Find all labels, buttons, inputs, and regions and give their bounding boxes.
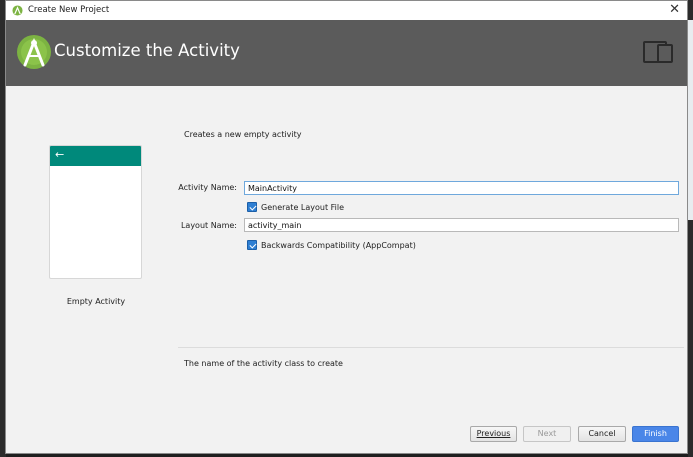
back-arrow-icon: ← (55, 148, 65, 161)
wizard-header: Customize the Activity (6, 20, 687, 86)
window-title: Create New Project (28, 5, 110, 15)
template-name: Empty Activity (66, 297, 126, 306)
close-icon[interactable]: ✕ (669, 2, 680, 18)
generate-layout-label: Generate Layout File (261, 202, 345, 212)
layout-name-label: Layout Name: (180, 221, 237, 230)
previous-button[interactable]: Previous (470, 426, 517, 442)
page-title: Customize the Activity (54, 41, 240, 60)
generate-layout-checkbox[interactable]: Generate Layout File (247, 201, 344, 213)
checkbox-checked-icon[interactable] (247, 202, 257, 212)
background-window-right (688, 20, 693, 220)
finish-button[interactable]: Finish (632, 426, 679, 442)
previous-button-label: Previous (476, 429, 511, 438)
finish-button-label: Finish (644, 429, 667, 438)
phone-tablet-icon (643, 41, 673, 63)
template-description: Creates a new empty activity (184, 130, 302, 139)
next-button-label: Next (537, 429, 557, 438)
create-project-dialog: Create New Project ✕ Customize the Activ… (5, 0, 688, 454)
activity-name-label: Activity Name: (178, 183, 237, 192)
layout-name-field[interactable] (244, 218, 679, 232)
backwards-compat-label: Backwards Compatibility (AppCompat) (261, 240, 416, 250)
next-button[interactable]: Next (523, 426, 571, 442)
field-help-text: The name of the activity class to create (184, 359, 343, 368)
divider (178, 347, 684, 348)
activity-preview: ← (49, 145, 142, 279)
backwards-compat-checkbox[interactable]: Backwards Compatibility (AppCompat) (247, 239, 416, 251)
android-studio-small-icon (12, 5, 23, 16)
cancel-button[interactable]: Cancel (578, 426, 626, 442)
title-bar: Create New Project ✕ (6, 1, 687, 20)
activity-name-field[interactable] (244, 181, 679, 195)
android-studio-icon (17, 35, 51, 69)
checkbox-checked-icon[interactable] (247, 240, 257, 250)
cancel-button-label: Cancel (588, 429, 616, 438)
preview-app-bar: ← (50, 146, 141, 166)
